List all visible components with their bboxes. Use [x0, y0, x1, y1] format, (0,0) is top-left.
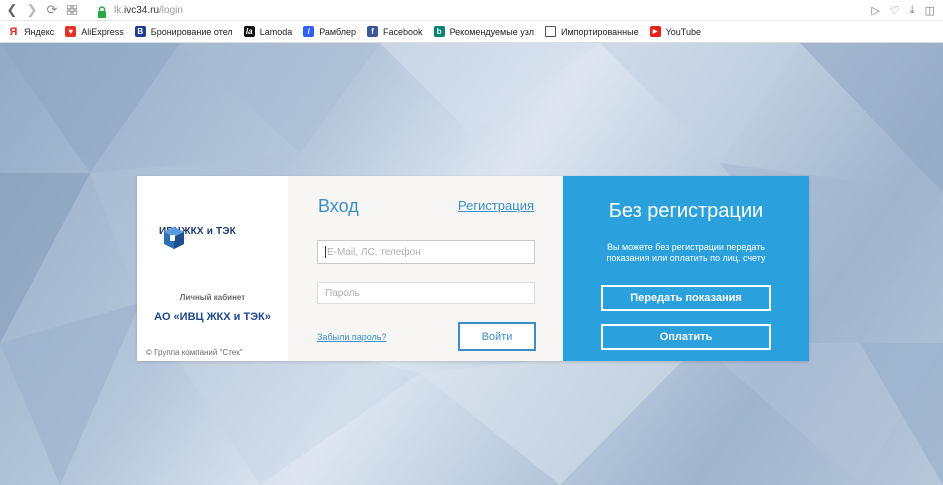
no-registration-description: Вы можете без регистрации передать показ…: [606, 242, 766, 263]
secure-lock-icon: [96, 4, 108, 18]
bookmark-yandex[interactable]: Я Яндекс: [8, 25, 55, 38]
brand-panel: ИВЦ ЖКХ и ТЭК Личный кабинет АО «ИВЦ ЖКХ…: [137, 176, 288, 361]
folder-icon: [544, 26, 556, 37]
rambler-icon: /: [303, 26, 315, 37]
toolbar-actions: ▷ ♡ ⤓ ◫: [871, 2, 935, 19]
email-input[interactable]: E-Mail, ЛС, телефон: [317, 240, 535, 264]
address-bar[interactable]: lk.ivc34.ru/login: [96, 2, 886, 19]
email-placeholder: E-Mail, ЛС, телефон: [327, 246, 421, 258]
no-registration-title: Без регистрации: [608, 200, 764, 222]
battery-saver-icon[interactable]: ◫: [925, 4, 935, 17]
booking-icon: B: [134, 26, 146, 37]
bookmark-lamoda[interactable]: la Lamoda: [243, 26, 292, 37]
heart-icon[interactable]: ♡: [890, 4, 900, 17]
bookmark-booking[interactable]: B Бронирование отел: [134, 26, 233, 37]
login-button[interactable]: Войти: [458, 322, 536, 351]
facebook-icon: f: [367, 26, 379, 37]
youtube-icon: ▶: [649, 26, 661, 37]
company-logo: ИВЦ ЖКХ и ТЭК: [159, 226, 236, 249]
logo-cube-icon: [164, 227, 184, 249]
text-caret: [325, 246, 326, 258]
bookmark-aliexpress[interactable]: ♥ AliExpress: [65, 26, 124, 37]
pay-button[interactable]: Оплатить: [601, 324, 771, 350]
forgot-password-link[interactable]: Забыли пароль?: [317, 332, 386, 342]
bookmark-facebook[interactable]: f Facebook: [367, 26, 423, 37]
no-registration-panel: Без регистрации Вы можете без регистраци…: [563, 176, 809, 361]
login-form: Вход Регистрация E-Mail, ЛС, телефон Пар…: [288, 176, 563, 361]
bookmark-rambler[interactable]: / Рамблер: [303, 26, 356, 37]
bookmark-imported[interactable]: Импортированные: [544, 26, 639, 37]
download-icon[interactable]: ⤓: [910, 4, 915, 17]
forward-arrow-icon[interactable]: ❯: [22, 0, 42, 20]
browser-toolbar: ❮ ❯ ⟳ lk.ivc34.ru/login ▷ ♡ ⤓ ◫: [0, 0, 943, 21]
logo-text-right: ЖКХ и ТЭК: [181, 226, 236, 237]
login-title: Вход: [318, 196, 359, 216]
cabinet-label: Личный кабинет: [179, 293, 246, 302]
reload-icon[interactable]: ⟳: [42, 0, 62, 20]
speed-dial-icon[interactable]: [62, 0, 82, 20]
yandex-icon: Я: [9, 25, 18, 38]
login-card: ИВЦ ЖКХ и ТЭК Личный кабинет АО «ИВЦ ЖКХ…: [137, 176, 809, 361]
send-readings-button[interactable]: Передать показания: [601, 285, 771, 311]
password-placeholder: Пароль: [325, 287, 360, 299]
copyright-text: © Группа компаний "Стек": [146, 348, 243, 357]
password-input[interactable]: Пароль: [317, 282, 535, 304]
url-text: lk.ivc34.ru/login: [114, 5, 183, 16]
bing-icon: b: [433, 26, 445, 37]
login-page: ИВЦ ЖКХ и ТЭК Личный кабинет АО «ИВЦ ЖКХ…: [0, 43, 943, 485]
register-link[interactable]: Регистрация: [458, 198, 534, 213]
back-arrow-icon[interactable]: ❮: [2, 0, 22, 20]
bookmarks-bar: Я Яндекс ♥ AliExpress B Бронирование отел l…: [0, 21, 943, 43]
bookmark-recommended[interactable]: b Рекомендуемые узл: [433, 26, 534, 37]
bookmark-youtube[interactable]: ▶ YouTube: [649, 26, 701, 37]
share-icon[interactable]: ▷: [871, 4, 879, 17]
lamoda-icon: la: [243, 26, 255, 37]
organization-name: АО «ИВЦ ЖКХ и ТЭК»: [154, 311, 271, 323]
aliexpress-icon: ♥: [65, 26, 77, 37]
